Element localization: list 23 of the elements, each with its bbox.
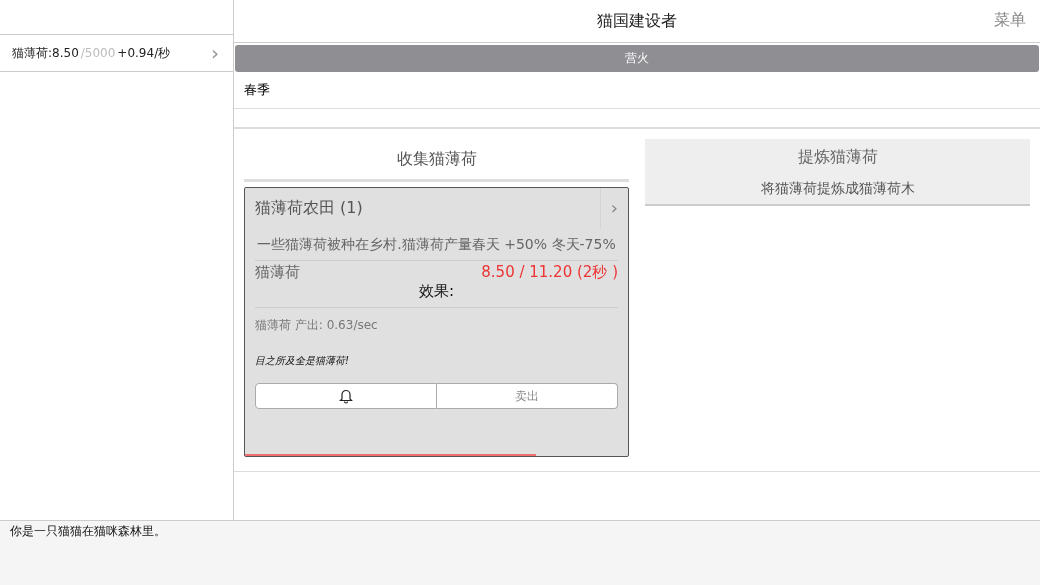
flavor-text: 目之所及全是猫薄荷! — [255, 354, 350, 368]
log-message: 你是一只猫猫在猫咪森林里。 — [10, 524, 166, 538]
campfire-bar[interactable]: 营火 — [235, 45, 1039, 72]
building-title: 猫薄荷农田 (1) — [255, 197, 363, 219]
bell-icon — [339, 388, 353, 404]
resource-row[interactable]: 猫薄荷:8.50 /5000 +0.94/秒 › — [0, 35, 233, 72]
refine-button[interactable]: 提炼猫薄荷 将猫薄荷提炼成猫薄荷木 — [645, 139, 1030, 206]
menu-button[interactable]: 菜单 — [988, 9, 1032, 32]
resource-amount: 8.50 — [52, 46, 79, 60]
effects-label: 效果: — [255, 282, 618, 308]
resource-rate: +0.94/秒 — [117, 44, 171, 62]
cost-name: 猫薄荷 — [255, 263, 300, 282]
cost-value: 8.50 / 11.20 (2秒 ) — [481, 263, 618, 282]
notification-button[interactable] — [255, 383, 437, 409]
resource-capacity: /5000 — [80, 46, 116, 60]
building-description: 一些猫薄荷被种在乡村.猫薄荷产量春天 +50% 冬天-75% — [255, 236, 618, 261]
page-title: 猫国建设者 — [597, 10, 677, 32]
gather-heading: 收集猫薄荷 — [244, 139, 629, 182]
season-label: 春季 — [234, 72, 1040, 109]
effect-text: 猫薄荷 产出: 0.63/sec — [255, 317, 379, 334]
chevron-icon: › — [211, 41, 219, 65]
sell-button[interactable]: 卖出 — [437, 383, 618, 409]
resource-name: 猫薄荷: — [12, 44, 53, 62]
